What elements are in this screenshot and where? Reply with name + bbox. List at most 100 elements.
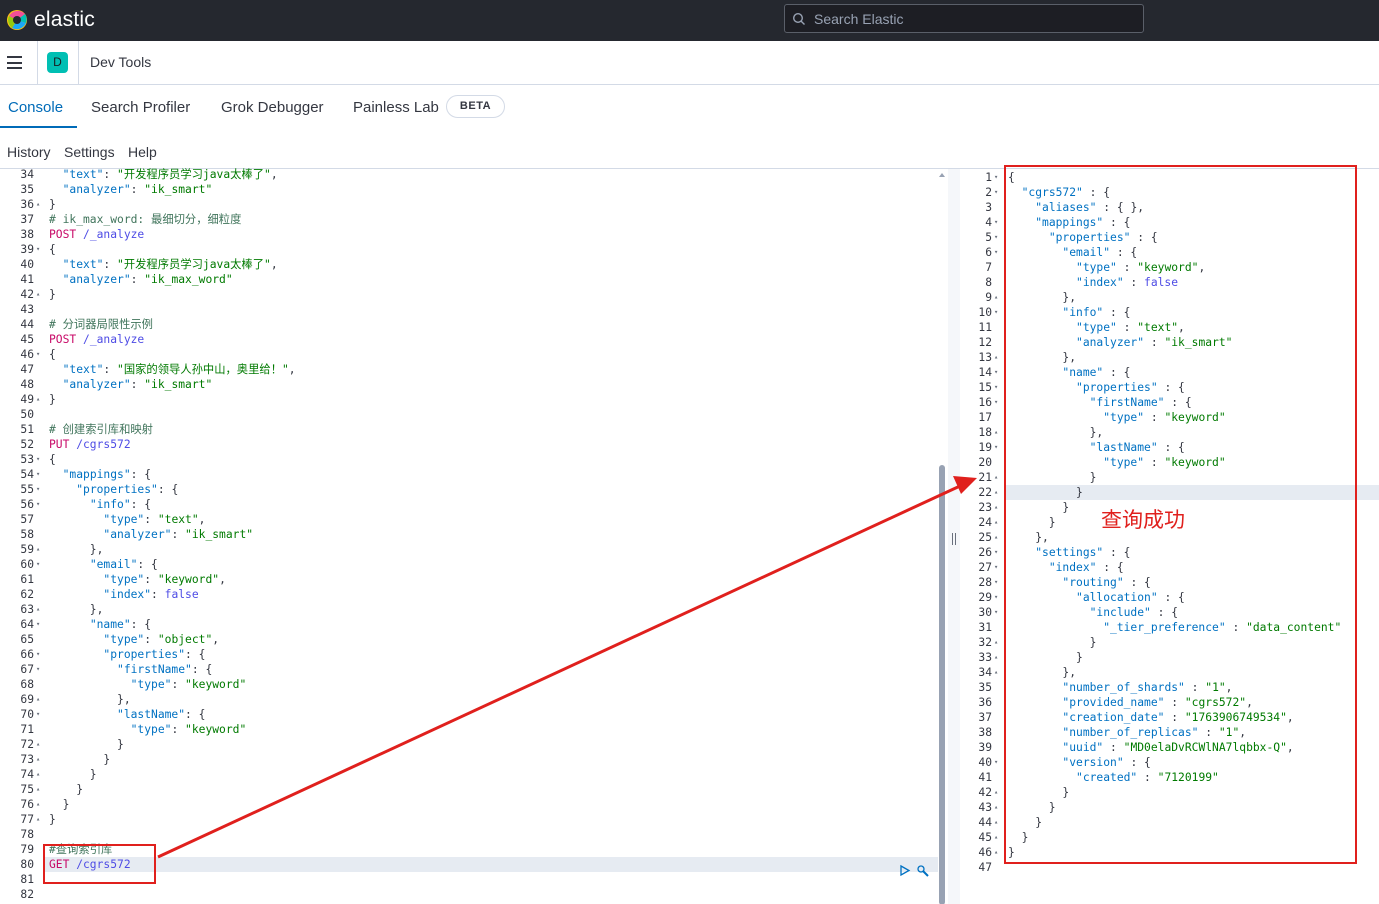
unfold-arrow-icon[interactable]: ▴	[994, 485, 998, 500]
unfold-arrow-icon[interactable]: ▴	[994, 515, 998, 530]
unfold-arrow-icon[interactable]: ▴	[994, 650, 998, 665]
code-line[interactable]: "analyzer": "ik_smart"	[49, 527, 253, 542]
play-icon[interactable]	[898, 864, 911, 877]
tab-grok-debugger[interactable]: Grok Debugger	[221, 99, 324, 116]
code-line[interactable]: "lastName": {	[49, 707, 205, 722]
wrench-icon[interactable]	[916, 864, 930, 878]
code-line[interactable]: "email": {	[49, 557, 158, 572]
settings-link[interactable]: Settings	[64, 144, 115, 160]
code-line[interactable]: }	[49, 752, 110, 767]
fold-arrow-icon[interactable]: ▾	[36, 497, 40, 512]
code-line[interactable]: }	[49, 197, 56, 212]
code-line[interactable]: {	[49, 347, 56, 362]
fold-arrow-icon[interactable]: ▾	[36, 242, 40, 257]
code-line[interactable]: # ik_max_word: 最细切分，细粒度	[49, 212, 241, 227]
fold-arrow-icon[interactable]: ▾	[994, 170, 998, 185]
code-line[interactable]: }	[49, 737, 124, 752]
fold-arrow-icon[interactable]: ▾	[994, 755, 998, 770]
fold-arrow-icon[interactable]: ▾	[994, 590, 998, 605]
tab-search-profiler[interactable]: Search Profiler	[91, 99, 190, 116]
code-line[interactable]: POST /_analyze	[49, 332, 144, 347]
unfold-arrow-icon[interactable]: ▴	[36, 602, 40, 617]
code-line[interactable]: }	[49, 767, 97, 782]
unfold-arrow-icon[interactable]: ▴	[994, 425, 998, 440]
request-editor[interactable]: 34 "text": "开发程序员学习java太棒了", 35 "analyzer…	[0, 168, 938, 904]
code-line[interactable]: "type": "keyword"	[49, 722, 247, 737]
code-line[interactable]: }	[49, 287, 56, 302]
unfold-arrow-icon[interactable]: ▴	[36, 197, 40, 212]
code-line[interactable]: "info": {	[49, 497, 151, 512]
code-line[interactable]: PUT /cgrs572	[49, 437, 131, 452]
editor-scrollbar-thumb[interactable]	[939, 465, 945, 904]
code-line[interactable]: # 分词器局限性示例	[49, 317, 153, 332]
fold-arrow-icon[interactable]: ▾	[994, 185, 998, 200]
code-line[interactable]: "name": {	[49, 617, 151, 632]
unfold-arrow-icon[interactable]: ▴	[36, 287, 40, 302]
code-line[interactable]: "type": "keyword"	[49, 677, 247, 692]
unfold-arrow-icon[interactable]: ▴	[36, 797, 40, 812]
code-line[interactable]: },	[49, 602, 104, 617]
code-line[interactable]: }	[49, 782, 83, 797]
fold-arrow-icon[interactable]: ▾	[994, 365, 998, 380]
code-line[interactable]: },	[49, 542, 104, 557]
elastic-logo[interactable]: elastic	[6, 8, 95, 32]
tab-painless-lab[interactable]: Painless Lab	[353, 99, 439, 116]
unfold-arrow-icon[interactable]: ▴	[36, 782, 40, 797]
unfold-arrow-icon[interactable]: ▴	[994, 530, 998, 545]
code-line[interactable]: {	[49, 242, 56, 257]
fold-arrow-icon[interactable]: ▾	[994, 575, 998, 590]
code-line[interactable]: "type": "text",	[49, 512, 205, 527]
code-line[interactable]: },	[49, 692, 131, 707]
fold-arrow-icon[interactable]: ▾	[994, 230, 998, 245]
global-search-input[interactable]: Search Elastic	[784, 4, 1144, 33]
code-line[interactable]: "type": "keyword",	[49, 572, 225, 587]
unfold-arrow-icon[interactable]: ▴	[36, 392, 40, 407]
fold-arrow-icon[interactable]: ▾	[994, 245, 998, 260]
help-link[interactable]: Help	[128, 144, 157, 160]
unfold-arrow-icon[interactable]: ▴	[36, 737, 40, 752]
fold-arrow-icon[interactable]: ▾	[994, 395, 998, 410]
code-line[interactable]: POST /_analyze	[49, 227, 144, 242]
unfold-arrow-icon[interactable]: ▴	[994, 470, 998, 485]
code-line[interactable]: }	[49, 812, 56, 827]
fold-arrow-icon[interactable]: ▾	[36, 467, 40, 482]
code-line[interactable]: "firstName": {	[49, 662, 212, 677]
fold-arrow-icon[interactable]: ▾	[994, 545, 998, 560]
history-link[interactable]: History	[7, 144, 51, 160]
unfold-arrow-icon[interactable]: ▴	[36, 767, 40, 782]
code-line[interactable]: "type": "object",	[49, 632, 219, 647]
code-line[interactable]: "text": "国家的领导人孙中山，奥里给！",	[49, 362, 296, 377]
unfold-arrow-icon[interactable]: ▴	[994, 290, 998, 305]
code-line[interactable]: "analyzer": "ik_smart"	[49, 182, 213, 197]
code-line[interactable]: # 创建索引库和映射	[49, 422, 153, 437]
fold-arrow-icon[interactable]: ▾	[994, 560, 998, 575]
code-line[interactable]: "mappings": {	[49, 467, 151, 482]
unfold-arrow-icon[interactable]: ▴	[36, 542, 40, 557]
hamburger-menu-icon[interactable]	[7, 56, 22, 69]
space-avatar[interactable]: D	[47, 52, 68, 73]
unfold-arrow-icon[interactable]: ▴	[36, 812, 40, 827]
fold-arrow-icon[interactable]: ▾	[994, 605, 998, 620]
unfold-arrow-icon[interactable]: ▴	[994, 635, 998, 650]
unfold-arrow-icon[interactable]: ▴	[994, 500, 998, 515]
fold-arrow-icon[interactable]: ▾	[994, 440, 998, 455]
unfold-arrow-icon[interactable]: ▴	[994, 800, 998, 815]
fold-arrow-icon[interactable]: ▾	[994, 305, 998, 320]
code-line[interactable]: }	[49, 797, 70, 812]
fold-arrow-icon[interactable]: ▾	[36, 662, 40, 677]
unfold-arrow-icon[interactable]: ▴	[36, 752, 40, 767]
fold-arrow-icon[interactable]: ▾	[36, 557, 40, 572]
fold-arrow-icon[interactable]: ▾	[36, 347, 40, 362]
code-line[interactable]: }	[49, 392, 56, 407]
unfold-arrow-icon[interactable]: ▴	[994, 785, 998, 800]
fold-arrow-icon[interactable]: ▾	[36, 617, 40, 632]
code-line[interactable]: "analyzer": "ik_max_word"	[49, 272, 233, 287]
fold-arrow-icon[interactable]: ▾	[994, 215, 998, 230]
unfold-arrow-icon[interactable]: ▴	[994, 665, 998, 680]
unfold-arrow-icon[interactable]: ▴	[994, 815, 998, 830]
tab-console[interactable]: Console	[8, 99, 63, 116]
code-line[interactable]: "analyzer": "ik_smart"	[49, 377, 213, 392]
fold-arrow-icon[interactable]: ▾	[36, 452, 40, 467]
code-line[interactable]: "text": "开发程序员学习java太棒了",	[49, 257, 278, 272]
code-line[interactable]: "properties": {	[49, 482, 178, 497]
